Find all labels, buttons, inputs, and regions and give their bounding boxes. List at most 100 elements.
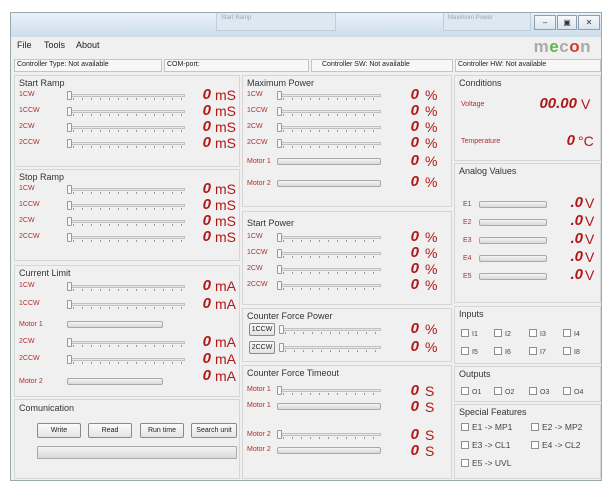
stop-ramp-2ccw-slider[interactable]: [67, 233, 185, 242]
current-limit-title: Current Limit: [19, 268, 71, 278]
output-o1-checkbox[interactable]: O1: [461, 387, 481, 396]
current-limit-2cw-slider[interactable]: [67, 338, 185, 347]
analog-value: .0: [570, 266, 583, 283]
row-label: Motor 2: [247, 431, 271, 438]
counter-force-2ccw-button[interactable]: 2CCW: [249, 341, 275, 354]
value: 0: [410, 338, 419, 355]
analog-label: E3: [463, 237, 472, 244]
stop-ramp-1ccw-slider[interactable]: [67, 201, 185, 210]
feature-e1-mp1-checkbox[interactable]: E1 -> MP1: [461, 422, 512, 432]
start-ramp-1ccw-slider[interactable]: [67, 107, 185, 116]
start-power-2ccw-slider[interactable]: [277, 281, 381, 290]
unit: %: [425, 119, 438, 135]
input-i2-checkbox[interactable]: I2: [494, 329, 511, 338]
search-unit-button[interactable]: Search unit: [191, 423, 237, 438]
counter-force-2ccw-slider[interactable]: [279, 343, 381, 352]
menu-bar: File Tools About: [11, 38, 601, 54]
current-limit-1cw-slider[interactable]: [67, 282, 185, 291]
output-o3-checkbox[interactable]: O3: [529, 387, 549, 396]
stop-ramp-1cw-slider[interactable]: [67, 185, 185, 194]
timeout-motor-1-slider[interactable]: [277, 386, 381, 395]
outputs-title: Outputs: [459, 369, 491, 379]
unit: S: [425, 383, 435, 399]
timeout-motor-2-slider[interactable]: [277, 430, 381, 439]
input-i3-checkbox[interactable]: I3: [529, 329, 546, 338]
menu-about[interactable]: About: [76, 40, 100, 50]
row-label: 1CCW: [19, 300, 40, 307]
voltage-unit: V: [581, 96, 591, 112]
communication-panel: Comunication Write Read Run time Search …: [14, 399, 240, 479]
menu-tools[interactable]: Tools: [44, 40, 65, 50]
value: 0: [202, 333, 211, 350]
start-ramp-2ccw-slider[interactable]: [67, 139, 185, 148]
current-limit-1ccw-slider[interactable]: [67, 300, 185, 309]
start-ramp-2cw-slider[interactable]: [67, 123, 185, 132]
start-power-title: Start Power: [247, 218, 295, 228]
value: 0: [202, 102, 211, 119]
maximize-button[interactable]: ▣: [557, 15, 577, 30]
unit: mS: [215, 103, 236, 119]
feature-e2-mp2-checkbox[interactable]: E2 -> MP2: [531, 422, 582, 432]
feature-e5-uvl-checkbox[interactable]: E5 -> UVL: [461, 458, 511, 468]
counter-force-timeout-title: Counter Force Timeout: [247, 368, 340, 378]
minimize-button[interactable]: –: [534, 15, 556, 30]
value: 0: [410, 152, 419, 169]
row-label: Motor 1: [19, 321, 43, 328]
conditions-title: Conditions: [459, 78, 502, 88]
start-power-panel: Start Power 1CW 0 % 1CCW 0 % 2CW 0 % 2CC…: [242, 211, 452, 305]
unit: %: [425, 261, 438, 277]
value: 0: [202, 86, 211, 103]
current-limit-2ccw-slider[interactable]: [67, 355, 185, 364]
start-ramp-panel: Start Ramp 1CW 0 mS 1CCW 0 mS 2CW 0 mS 2…: [14, 75, 240, 167]
max-power-1ccw-slider[interactable]: [277, 107, 381, 116]
max-power-1cw-slider[interactable]: [277, 91, 381, 100]
counter-force-1ccw-button[interactable]: 1CCW: [249, 323, 275, 336]
controller-sw-status: Controller SW: Not available: [311, 59, 453, 72]
stop-ramp-2cw-slider[interactable]: [67, 217, 185, 226]
run-time-button[interactable]: Run time: [140, 423, 184, 438]
start-power-1ccw-slider[interactable]: [277, 249, 381, 258]
close-button[interactable]: ✕: [578, 15, 600, 30]
row-label: 2CCW: [19, 139, 40, 146]
analog-label: E1: [463, 201, 472, 208]
unit: %: [425, 103, 438, 119]
row-label: 2CCW: [19, 355, 40, 362]
start-power-2cw-slider[interactable]: [277, 265, 381, 274]
counter-force-1ccw-slider[interactable]: [279, 325, 381, 334]
write-button[interactable]: Write: [37, 423, 81, 438]
analog-unit: V: [585, 195, 595, 211]
counter-force-power-title: Counter Force Power: [247, 311, 333, 321]
value: 0: [410, 320, 419, 337]
analog-e5-bar: [479, 273, 547, 280]
value: 0: [410, 442, 419, 459]
start-ramp-1cw-slider[interactable]: [67, 91, 185, 100]
analog-values-panel: Analog Values E1 .0 V E2 .0 V E3 .0 V E4…: [454, 163, 601, 303]
feature-e3-cl1-checkbox[interactable]: E3 -> CL1: [461, 440, 511, 450]
read-button[interactable]: Read: [88, 423, 132, 438]
row-label: Motor 1: [247, 402, 271, 409]
value: 0: [202, 212, 211, 229]
unit: S: [425, 443, 435, 459]
input-i7-checkbox[interactable]: I7: [529, 347, 546, 356]
feature-e4-cl2-checkbox[interactable]: E4 -> CL2: [531, 440, 581, 450]
input-i8-checkbox[interactable]: I8: [563, 347, 580, 356]
output-o2-checkbox[interactable]: O2: [494, 387, 514, 396]
input-i6-checkbox[interactable]: I6: [494, 347, 511, 356]
value: 0: [202, 350, 211, 367]
output-o4-checkbox[interactable]: O4: [563, 387, 583, 396]
conditions-panel: Conditions Voltage 00.00 V Temperature 0…: [454, 75, 601, 161]
controller-hw-status: Controller HW: Not available: [455, 59, 601, 72]
start-power-1cw-slider[interactable]: [277, 233, 381, 242]
input-i5-checkbox[interactable]: I5: [461, 347, 478, 356]
value: 0: [410, 86, 419, 103]
value: 0: [202, 367, 211, 384]
value: 0: [410, 382, 419, 399]
row-label: 1CW: [19, 185, 35, 192]
input-i4-checkbox[interactable]: I4: [563, 329, 580, 338]
menu-file[interactable]: File: [17, 40, 32, 50]
communication-progress-bar: [37, 446, 237, 459]
max-power-2ccw-slider[interactable]: [277, 139, 381, 148]
max-power-2cw-slider[interactable]: [277, 123, 381, 132]
input-i1-checkbox[interactable]: I1: [461, 329, 478, 338]
unit: mA: [215, 334, 236, 350]
